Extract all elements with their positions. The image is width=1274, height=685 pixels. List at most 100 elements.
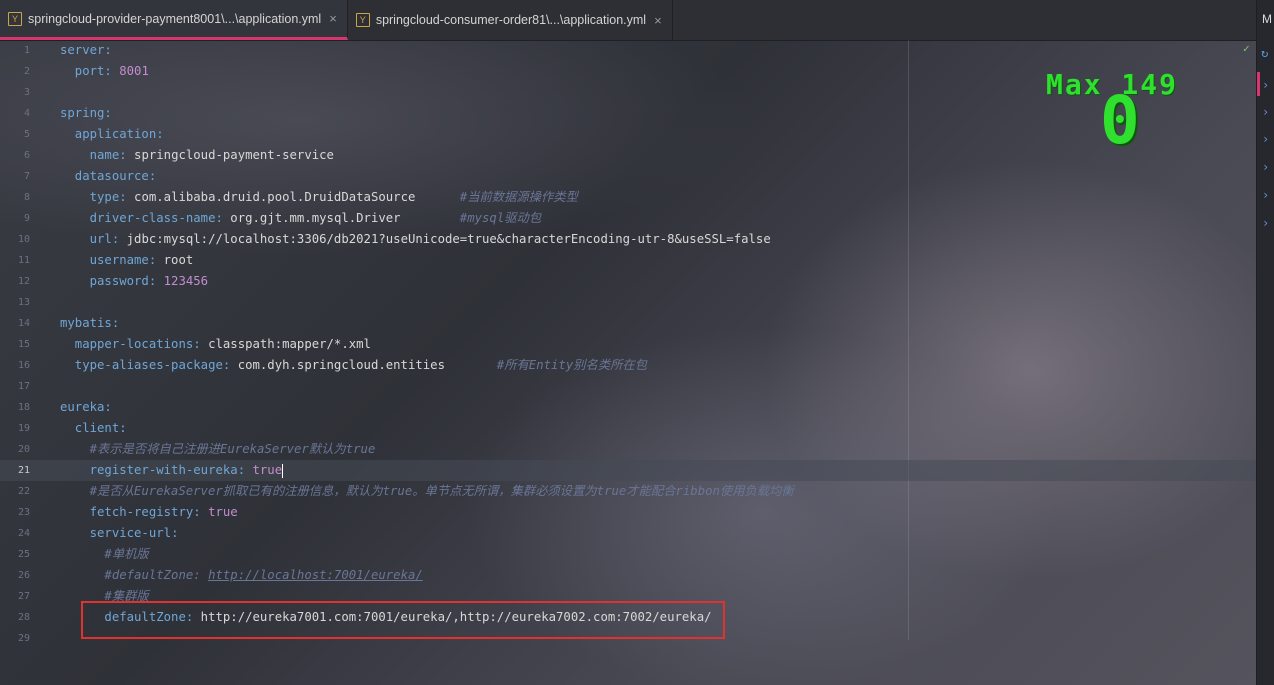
yaml-separator: : <box>119 421 127 435</box>
line-code: application: <box>60 124 164 145</box>
yaml-comment-link[interactable]: http://localhost:7001/eureka/ <box>208 568 423 582</box>
line-number: 29 <box>17 633 30 644</box>
code-line[interactable]: 12 password: 123456 <box>0 271 1256 292</box>
code-line[interactable]: 22 #是否从EurekaServer抓取已有的注册信息，默认为true。单节点… <box>0 481 1256 502</box>
code-line[interactable]: 23 fetch-registry: true <box>0 502 1256 523</box>
line-number: 2 <box>23 66 30 77</box>
maven-panel-label[interactable]: M <box>1262 12 1272 26</box>
line-code: port: 8001 <box>60 61 149 82</box>
line-number: 22 <box>17 486 30 497</box>
line-number: 1 <box>23 45 30 56</box>
yaml-file-icon: Y <box>355 13 370 27</box>
line-number: 21 <box>17 465 30 476</box>
yaml-separator: : <box>104 400 112 414</box>
yaml-key <box>60 442 90 456</box>
yaml-comment: #defaultZone: <box>104 568 209 582</box>
yaml-key: password <box>60 274 149 288</box>
code-line[interactable]: 6 name: springcloud-payment-service <box>0 145 1256 166</box>
code-line[interactable]: 8 type: com.alibaba.druid.pool.DruidData… <box>0 187 1256 208</box>
tab-provider-application-yml[interactable]: Y springcloud-provider-payment8001\...\a… <box>0 0 348 40</box>
line-number: 4 <box>23 108 30 119</box>
line-code: spring: <box>60 103 112 124</box>
yaml-key <box>60 568 104 582</box>
line-code: username: root <box>60 250 194 271</box>
code-line[interactable]: 20 #表示是否将自己注册进EurekaServer默认为true <box>0 439 1256 460</box>
yaml-key: mapper-locations <box>60 337 194 351</box>
yaml-separator: : <box>104 64 120 78</box>
code-line[interactable]: 19 client: <box>0 418 1256 439</box>
line-code: password: 123456 <box>60 271 208 292</box>
code-line[interactable]: 10 url: jdbc:mysql://localhost:3306/db20… <box>0 229 1256 250</box>
yaml-key: username <box>60 253 149 267</box>
line-code: #defaultZone: http://localhost:7001/eure… <box>60 565 423 586</box>
chevron-right-icon[interactable]: › <box>1262 105 1269 119</box>
code-line[interactable]: 21 register-with-eureka: true <box>0 460 1256 481</box>
chevron-right-icon[interactable]: › <box>1262 160 1269 174</box>
yaml-key: mybatis <box>60 316 112 330</box>
yaml-key <box>60 547 104 561</box>
yaml-value: com.alibaba.druid.pool.DruidDataSource <box>134 190 416 204</box>
line-code: datasource: <box>60 166 156 187</box>
code-line[interactable]: 7 datasource: <box>0 166 1256 187</box>
yaml-key: service-url <box>60 526 172 540</box>
close-icon[interactable]: × <box>329 11 337 26</box>
code-line[interactable]: 26 #defaultZone: http://localhost:7001/e… <box>0 565 1256 586</box>
code-line[interactable]: 4 spring: <box>0 103 1256 124</box>
yaml-key: type-aliases-package <box>60 358 223 372</box>
code-line[interactable]: 14 mybatis: <box>0 313 1256 334</box>
chevron-right-icon[interactable]: › <box>1262 188 1269 202</box>
code-editor[interactable]: 1 server: 2 port: 8001 3 4 spring: 5 applicati… <box>0 40 1256 685</box>
yaml-key: register-with-eureka <box>60 463 238 477</box>
code-line[interactable]: 13 <box>0 292 1256 313</box>
line-number: 25 <box>17 549 30 560</box>
chevron-right-icon[interactable]: › <box>1262 216 1269 230</box>
code-line[interactable]: 11 username: root <box>0 250 1256 271</box>
line-code: type: com.alibaba.druid.pool.DruidDataSo… <box>60 187 578 208</box>
line-code: type-aliases-package: com.dyh.springclou… <box>60 355 647 376</box>
yaml-key: application <box>60 127 157 141</box>
chevron-right-icon[interactable]: › <box>1262 132 1269 146</box>
line-code: url: jdbc:mysql://localhost:3306/db2021?… <box>60 229 771 250</box>
yaml-separator: : <box>193 505 209 519</box>
code-line[interactable]: 25 #单机版 <box>0 544 1256 565</box>
yaml-key: spring <box>60 106 105 120</box>
line-number: 12 <box>17 276 30 287</box>
yaml-separator: : <box>148 253 164 267</box>
line-number: 27 <box>17 591 30 602</box>
line-code: fetch-registry: true <box>60 502 238 523</box>
yaml-separator: : <box>171 526 179 540</box>
code-line[interactable]: 17 <box>0 376 1256 397</box>
line-number: 24 <box>17 528 30 539</box>
code-line[interactable]: 1 server: <box>0 40 1256 61</box>
tab-consumer-application-yml[interactable]: Y springcloud-consumer-order81\...\appli… <box>348 0 673 40</box>
code-line[interactable]: 18 eureka: <box>0 397 1256 418</box>
yaml-file-icon: Y <box>8 11 22 26</box>
line-number: 8 <box>23 192 30 203</box>
line-number: 5 <box>23 129 30 140</box>
yaml-key: type <box>60 190 120 204</box>
line-code: mapper-locations: classpath:mapper/*.xml <box>60 334 371 355</box>
close-icon[interactable]: × <box>654 13 662 28</box>
line-number: 14 <box>17 318 30 329</box>
yaml-separator: : <box>119 148 135 162</box>
yaml-separator: : <box>148 169 157 183</box>
yaml-comment: #是否从EurekaServer抓取已有的注册信息，默认为true。单节点无所谓… <box>89 484 794 498</box>
code-line[interactable]: 24 service-url: <box>0 523 1256 544</box>
yaml-separator: : <box>215 211 231 225</box>
yaml-key: port <box>60 64 105 78</box>
yaml-value: com.dyh.springcloud.entities <box>237 358 445 372</box>
yaml-comment: #当前数据源操作类型 <box>415 190 578 204</box>
code-line[interactable]: 5 application: <box>0 124 1256 145</box>
line-number: 11 <box>17 255 30 266</box>
yaml-value: 123456 <box>163 274 209 288</box>
editor-tab-bar: Y springcloud-provider-payment8001\...\a… <box>0 0 1256 41</box>
line-code: mybatis: <box>60 313 119 334</box>
right-tool-strip: M ↻ › › › › › › <box>1256 0 1274 685</box>
line-number: 15 <box>17 339 30 350</box>
chevron-right-icon[interactable]: › <box>1262 78 1269 92</box>
line-number: 13 <box>17 297 30 308</box>
refresh-icon[interactable]: ↻ <box>1261 46 1268 60</box>
code-line[interactable]: 9 driver-class-name: org.gjt.mm.mysql.Dr… <box>0 208 1256 229</box>
code-line[interactable]: 16 type-aliases-package: com.dyh.springc… <box>0 355 1256 376</box>
code-line[interactable]: 15 mapper-locations: classpath:mapper/*.… <box>0 334 1256 355</box>
